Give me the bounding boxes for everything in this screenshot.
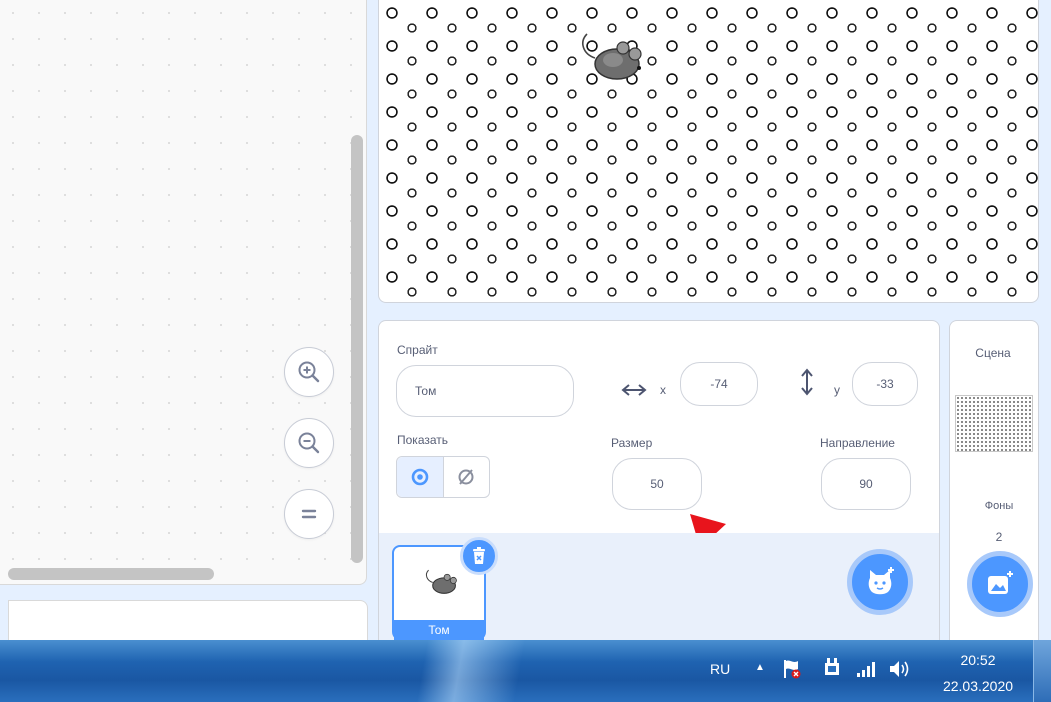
sprite-label: Спрайт <box>397 343 438 357</box>
hidden-eye-icon <box>458 469 474 485</box>
vertical-arrows-icon <box>801 368 813 396</box>
add-sprite-button[interactable] <box>847 549 913 615</box>
x-input[interactable]: -74 <box>680 362 758 406</box>
action-center-flag-icon[interactable] <box>782 658 802 680</box>
direction-input[interactable]: 90 <box>821 458 911 510</box>
clock-time[interactable]: 20:52 <box>928 652 1028 668</box>
stage-thumbnail[interactable] <box>955 395 1033 452</box>
sprite-thumbnail-label[interactable]: Том <box>394 620 484 640</box>
direction-label: Направление <box>820 436 895 450</box>
y-label: y <box>834 383 840 397</box>
show-button[interactable] <box>397 457 444 497</box>
delete-sprite-button[interactable] <box>460 537 498 575</box>
taskbar-gloss <box>0 640 600 702</box>
stage-title: Сцена <box>975 346 1011 360</box>
backdrops-count: 2 <box>995 530 1003 544</box>
show-label: Показать <box>397 433 449 447</box>
show-desktop-button[interactable] <box>1033 640 1051 702</box>
mouse-sprite-thumbnail-icon <box>425 569 457 594</box>
add-backdrop-button[interactable] <box>967 551 1033 617</box>
zoom-out-icon <box>298 432 320 454</box>
sprite-name-input[interactable]: Том <box>396 365 574 417</box>
hide-button[interactable] <box>444 457 489 497</box>
x-label: x <box>660 383 666 397</box>
trash-icon <box>473 547 485 564</box>
mouse-sprite-on-stage[interactable] <box>573 28 653 90</box>
network-signal-icon[interactable] <box>856 660 878 678</box>
cat-plus-icon <box>868 567 894 595</box>
clock-date[interactable]: 22.03.2020 <box>928 678 1028 694</box>
show-hidden-icons-icon[interactable]: ▲ <box>755 662 765 673</box>
zoom-in-button[interactable] <box>284 347 334 397</box>
zoom-in-icon <box>298 361 320 383</box>
image-plus-icon <box>988 571 1013 594</box>
zoom-reset-button[interactable] <box>284 489 334 539</box>
visibility-toggle <box>396 456 490 498</box>
horizontal-arrows-icon <box>621 384 647 396</box>
size-label: Размер <box>611 436 653 450</box>
volume-icon[interactable] <box>888 659 910 679</box>
y-input[interactable]: -33 <box>852 362 918 406</box>
horizontal-scrollbar[interactable] <box>8 568 214 580</box>
power-plug-icon[interactable] <box>822 657 842 679</box>
stage[interactable] <box>378 0 1039 303</box>
eye-icon <box>411 468 429 486</box>
language-indicator[interactable]: RU <box>710 661 730 677</box>
zoom-out-button[interactable] <box>284 418 334 468</box>
backdrops-label: Фоны <box>984 500 1014 512</box>
vertical-scrollbar[interactable] <box>351 135 363 563</box>
bottom-panel <box>8 600 368 641</box>
equals-icon <box>301 509 317 519</box>
